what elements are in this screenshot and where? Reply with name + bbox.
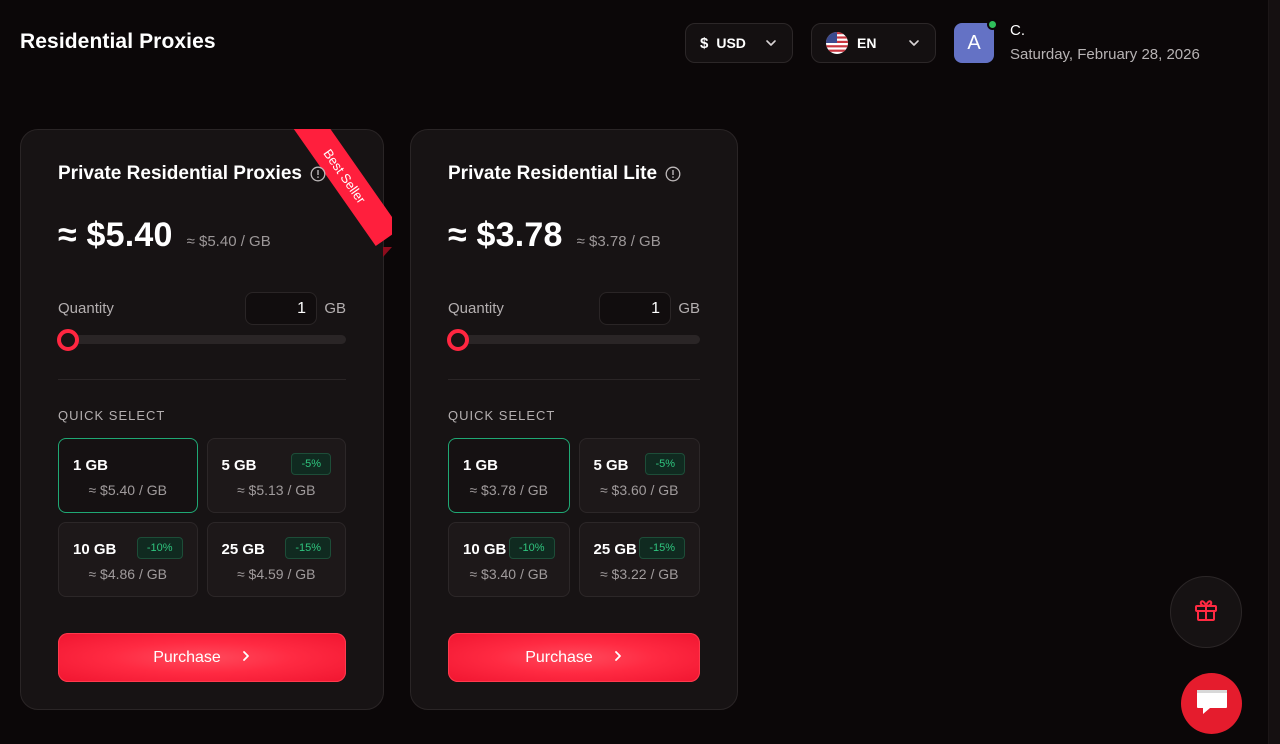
price-total: ≈ $5.40 bbox=[58, 216, 173, 254]
user-name: C. bbox=[1010, 22, 1025, 39]
option-price: ≈ $3.22 / GB bbox=[599, 566, 679, 582]
divider bbox=[448, 379, 700, 380]
quantity-unit: GB bbox=[678, 300, 700, 317]
price-per-unit: ≈ $3.78 / GB bbox=[576, 233, 661, 250]
purchase-label: Purchase bbox=[525, 648, 593, 666]
us-flag-icon bbox=[826, 32, 848, 54]
quick-select-option[interactable]: 1 GB ≈ $5.40 / GB bbox=[58, 438, 198, 513]
current-date: Saturday, February 28, 2026 bbox=[1010, 46, 1200, 63]
option-price: ≈ $3.40 / GB bbox=[469, 566, 548, 582]
purchase-button[interactable]: Purchase bbox=[448, 633, 700, 682]
option-price: ≈ $4.86 / GB bbox=[88, 566, 167, 582]
option-price: ≈ $3.60 / GB bbox=[599, 482, 679, 498]
plan-title-text: Private Residential Lite bbox=[448, 163, 658, 184]
info-icon[interactable] bbox=[665, 166, 681, 182]
option-size: 1 GB bbox=[73, 457, 109, 474]
option-size: 10 GB bbox=[73, 541, 117, 558]
gift-button[interactable] bbox=[1170, 576, 1242, 648]
quick-select-label: QUICK SELECT bbox=[448, 408, 556, 423]
quick-select-option[interactable]: 1 GB ≈ $3.78 / GB bbox=[448, 438, 570, 513]
price-row: ≈ $5.40 ≈ $5.40 / GB bbox=[58, 216, 271, 255]
option-price: ≈ $4.59 / GB bbox=[236, 566, 316, 582]
option-size: 25 GB bbox=[593, 541, 637, 558]
option-size: 25 GB bbox=[221, 541, 265, 558]
language-code: EN bbox=[857, 35, 877, 51]
discount-badge: -15% bbox=[639, 537, 685, 559]
option-price: ≈ $5.13 / GB bbox=[236, 482, 316, 498]
chat-button[interactable] bbox=[1181, 673, 1242, 734]
option-size: 5 GB bbox=[221, 457, 257, 474]
quantity-unit: GB bbox=[324, 300, 346, 317]
discount-badge: -5% bbox=[291, 453, 331, 475]
quantity-label: Quantity bbox=[448, 300, 504, 317]
purchase-button[interactable]: Purchase bbox=[58, 633, 346, 682]
plan-card-private-residential-lite: Private Residential Lite ≈ $3.78 ≈ $3.78… bbox=[410, 129, 738, 710]
slider-handle[interactable] bbox=[57, 329, 79, 351]
scrollbar[interactable] bbox=[1268, 0, 1280, 744]
plan-title-text: Private Residential Proxies bbox=[58, 163, 302, 184]
currency-code: USD bbox=[716, 35, 746, 51]
discount-badge: -15% bbox=[285, 537, 331, 559]
discount-badge: -10% bbox=[508, 537, 555, 559]
quantity-slider[interactable] bbox=[57, 329, 346, 351]
price-total: ≈ $3.78 bbox=[448, 216, 563, 254]
language-select[interactable]: EN bbox=[811, 23, 936, 63]
ribbon-fold bbox=[383, 247, 392, 257]
quick-select-grid: 1 GB ≈ $3.78 / GB 5 GB -5% ≈ $3.60 / GB … bbox=[448, 438, 700, 597]
chat-icon bbox=[1195, 686, 1229, 721]
quick-select-option[interactable]: 25 GB -15% ≈ $3.22 / GB bbox=[578, 522, 700, 597]
plan-card-private-residential: Best Seller Private Residential Proxies … bbox=[20, 129, 392, 710]
plan-title: Private Residential Proxies bbox=[58, 163, 326, 185]
slider-handle[interactable] bbox=[447, 329, 469, 351]
plan-title: Private Residential Lite bbox=[448, 163, 681, 185]
quick-select-label: QUICK SELECT bbox=[58, 408, 166, 423]
discount-badge: -10% bbox=[136, 537, 183, 559]
purchase-label: Purchase bbox=[153, 648, 221, 666]
currency-symbol: $ bbox=[700, 34, 709, 52]
gift-icon bbox=[1192, 596, 1220, 629]
option-size: 5 GB bbox=[593, 457, 629, 474]
avatar-letter: A bbox=[967, 31, 981, 54]
chevron-down-icon bbox=[907, 36, 921, 50]
chevron-down-icon bbox=[764, 36, 778, 50]
option-price: ≈ $5.40 / GB bbox=[88, 482, 167, 498]
quick-select-option[interactable]: 10 GB -10% ≈ $3.40 / GB bbox=[448, 522, 570, 597]
divider bbox=[58, 379, 346, 380]
quick-select-option[interactable]: 25 GB -15% ≈ $4.59 / GB bbox=[206, 522, 346, 597]
online-status-dot bbox=[987, 19, 998, 30]
info-icon[interactable] bbox=[310, 166, 326, 182]
quantity-input[interactable]: 1 bbox=[245, 292, 317, 325]
quick-select-option[interactable]: 5 GB -5% ≈ $5.13 / GB bbox=[206, 438, 346, 513]
quick-select-grid: 1 GB ≈ $5.40 / GB 5 GB -5% ≈ $5.13 / GB … bbox=[58, 438, 346, 597]
price-row: ≈ $3.78 ≈ $3.78 / GB bbox=[448, 216, 661, 255]
discount-badge: -5% bbox=[645, 453, 685, 475]
quantity-label: Quantity bbox=[58, 300, 114, 317]
quick-select-option[interactable]: 10 GB -10% ≈ $4.86 / GB bbox=[58, 522, 198, 597]
quick-select-option[interactable]: 5 GB -5% ≈ $3.60 / GB bbox=[578, 438, 700, 513]
chevron-right-icon bbox=[241, 649, 251, 667]
option-size: 10 GB bbox=[463, 541, 507, 558]
option-size: 1 GB bbox=[463, 457, 499, 474]
quantity-slider[interactable] bbox=[447, 329, 700, 351]
currency-select[interactable]: $ USD bbox=[685, 23, 793, 63]
option-price: ≈ $3.78 / GB bbox=[469, 482, 548, 498]
price-per-unit: ≈ $5.40 / GB bbox=[186, 233, 271, 250]
chevron-right-icon bbox=[613, 649, 623, 667]
page-title: Residential Proxies bbox=[20, 30, 216, 53]
avatar[interactable]: A bbox=[954, 19, 998, 63]
quantity-input[interactable]: 1 bbox=[599, 292, 671, 325]
